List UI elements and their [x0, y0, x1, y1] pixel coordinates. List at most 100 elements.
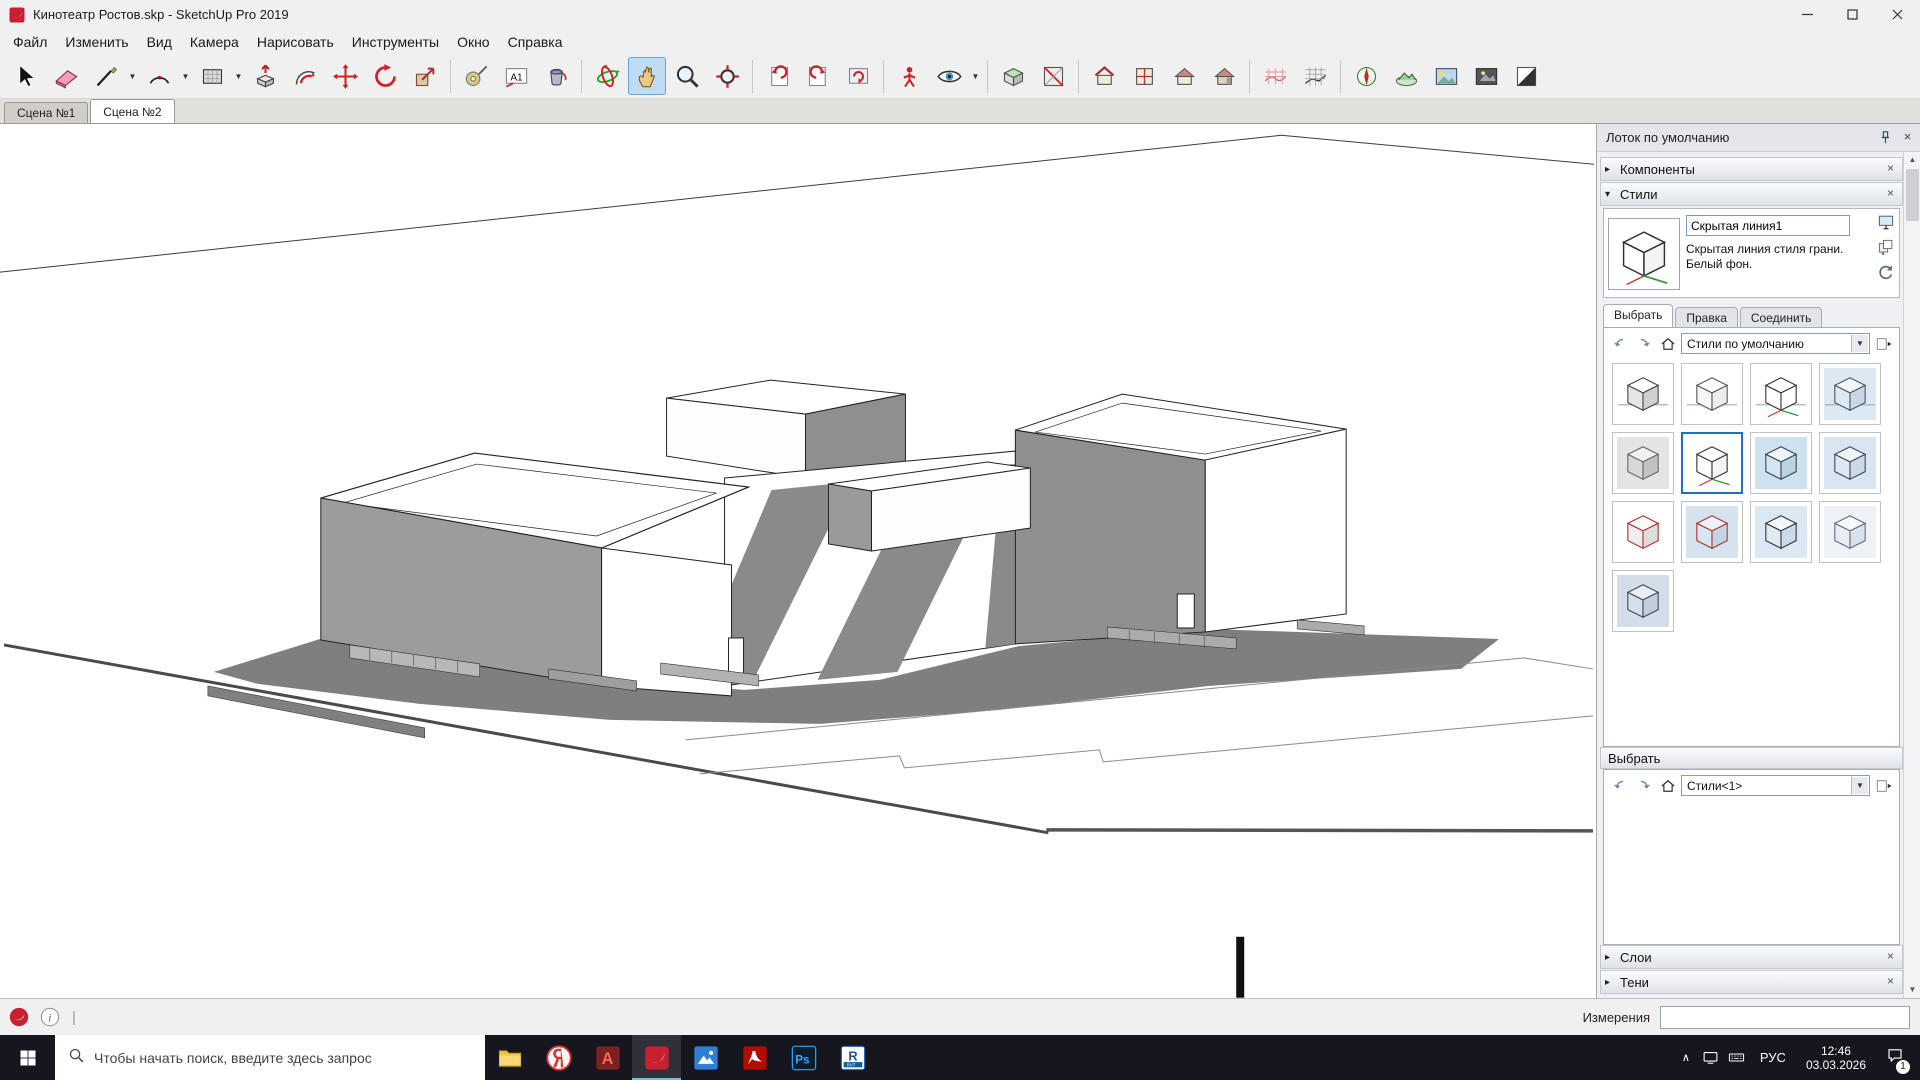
section-styles-close-button[interactable]: × — [1883, 187, 1898, 202]
tool-update-scene[interactable] — [839, 57, 877, 95]
section-styles[interactable]: ▾ Стили × — [1600, 182, 1903, 206]
styles-tab-2[interactable]: Правка — [1675, 307, 1738, 328]
tool-section-display[interactable] — [1034, 57, 1072, 95]
section-layers-close-button[interactable]: × — [1883, 950, 1898, 965]
tool-zoom-extents[interactable] — [708, 57, 746, 95]
tool-rotate[interactable] — [366, 57, 404, 95]
tool-text[interactable]: A1 — [497, 57, 535, 95]
measurements-input[interactable] — [1660, 1006, 1910, 1029]
tool-arc-dropdown-arrow[interactable]: ▼ — [179, 57, 192, 95]
tool-tape-measure[interactable] — [457, 57, 495, 95]
taskbar-search[interactable] — [55, 1035, 485, 1080]
style-name-input[interactable] — [1686, 215, 1850, 236]
taskbar-file-explorer[interactable] — [485, 1035, 534, 1080]
search-input[interactable] — [94, 1050, 454, 1066]
section-components[interactable]: ▸ Компоненты × — [1600, 157, 1903, 181]
keyboard-tray-icon[interactable] — [1724, 1035, 1750, 1080]
pin-icon[interactable] — [1877, 129, 1894, 146]
style-collection-dropdown[interactable]: Стили по умолчанию ▼ — [1681, 333, 1870, 354]
secondary-back-button[interactable] — [1609, 775, 1630, 796]
style-thumbnail-12[interactable] — [1819, 501, 1881, 563]
style-thumbnail-5[interactable] — [1612, 432, 1674, 494]
tool-section-plane[interactable] — [994, 57, 1032, 95]
taskbar-revit[interactable]: RRVT — [828, 1035, 877, 1080]
tool-add-location[interactable] — [1347, 57, 1385, 95]
style-thumbnail-4[interactable] — [1819, 363, 1881, 425]
style-thumbnail-9[interactable] — [1612, 501, 1674, 563]
style-thumbnail-8[interactable] — [1819, 432, 1881, 494]
tool-sandbox-from-contours[interactable] — [1256, 57, 1294, 95]
secondary-details-button[interactable] — [1873, 775, 1894, 796]
scroll-up-icon[interactable]: ▲ — [1904, 152, 1920, 168]
notification-center-button[interactable]: 1 — [1876, 1035, 1914, 1080]
tool-orbit[interactable] — [588, 57, 626, 95]
menu-view[interactable]: Вид — [138, 31, 181, 53]
section-shadows[interactable]: ▸ Тени × — [1600, 970, 1903, 994]
style-thumbnail-1[interactable] — [1612, 363, 1674, 425]
styles-home-button[interactable] — [1657, 333, 1678, 354]
minimize-button[interactable] — [1785, 0, 1830, 29]
style-thumbnail-2[interactable] — [1681, 363, 1743, 425]
styles-back-button[interactable] — [1609, 333, 1630, 354]
dropdown-arrow-icon[interactable]: ▼ — [1851, 335, 1868, 352]
tool-previous-view[interactable] — [759, 57, 797, 95]
section-components-close-button[interactable]: × — [1883, 162, 1898, 177]
secondary-home-button[interactable] — [1657, 775, 1678, 796]
tool-paint-bucket[interactable] — [537, 57, 575, 95]
tray-scrollbar[interactable]: ▲ ▼ — [1903, 152, 1920, 998]
credits-info-icon[interactable]: i — [39, 1006, 61, 1028]
menu-file[interactable]: Файл — [4, 31, 56, 53]
tool-scale[interactable] — [406, 57, 444, 95]
tool-photo-textures[interactable] — [1427, 57, 1465, 95]
tool-match-photo[interactable] — [1467, 57, 1505, 95]
tool-shadows-toggle[interactable] — [1507, 57, 1545, 95]
taskbar-yandex-browser[interactable] — [534, 1035, 583, 1080]
menu-edit[interactable]: Изменить — [56, 31, 137, 53]
secondary-forward-button[interactable] — [1633, 775, 1654, 796]
tool-view-top[interactable] — [1125, 57, 1163, 95]
taskbar-acrobat[interactable] — [730, 1035, 779, 1080]
close-button[interactable] — [1875, 0, 1920, 29]
start-button[interactable] — [0, 1035, 55, 1080]
language-indicator[interactable]: РУС — [1750, 1050, 1796, 1065]
tool-shapes[interactable] — [193, 57, 231, 95]
style-thumbnail-11[interactable] — [1750, 501, 1812, 563]
model-viewport[interactable] — [0, 124, 1597, 998]
tool-eraser[interactable] — [47, 57, 85, 95]
in-model-styles-icon[interactable] — [1876, 237, 1896, 257]
tool-view-right[interactable] — [1205, 57, 1243, 95]
styles-tab-1[interactable]: Выбрать — [1603, 304, 1673, 328]
taskbar-clock[interactable]: 12:46 03.03.2026 — [1796, 1044, 1876, 1072]
menu-window[interactable]: Окно — [448, 31, 499, 53]
tool-arc[interactable] — [140, 57, 178, 95]
style-thumbnail-7[interactable] — [1750, 432, 1812, 494]
tool-push-pull[interactable] — [246, 57, 284, 95]
style-thumbnail-10[interactable] — [1681, 501, 1743, 563]
scroll-down-icon[interactable]: ▼ — [1904, 982, 1920, 998]
style-thumbnail-6[interactable] — [1681, 432, 1743, 494]
maximize-button[interactable] — [1830, 0, 1875, 29]
menu-tools[interactable]: Инструменты — [343, 31, 448, 53]
tool-line[interactable] — [87, 57, 125, 95]
tool-line-dropdown-arrow[interactable]: ▼ — [126, 57, 139, 95]
tool-look-around-dropdown-arrow[interactable]: ▼ — [969, 57, 982, 95]
section-shadows-close-button[interactable]: × — [1883, 975, 1898, 990]
tool-select[interactable] — [7, 57, 45, 95]
menu-help[interactable]: Справка — [499, 31, 572, 53]
dropdown-arrow-icon[interactable]: ▼ — [1851, 777, 1868, 794]
tray-close-button[interactable]: × — [1899, 129, 1916, 146]
taskbar-sketchup[interactable] — [632, 1035, 681, 1080]
menu-draw[interactable]: Нарисовать — [248, 31, 343, 53]
tray-overflow-icon[interactable]: ∧ — [1674, 1051, 1698, 1064]
tool-view-front[interactable] — [1165, 57, 1203, 95]
scene-tab-2[interactable]: Сцена №2 — [90, 99, 174, 123]
refresh-style-icon[interactable] — [1876, 262, 1896, 282]
scene-tab-1[interactable]: Сцена №1 — [4, 102, 88, 123]
tool-look-around[interactable] — [930, 57, 968, 95]
taskbar-photoshop[interactable]: Ps — [779, 1035, 828, 1080]
geolocation-icon[interactable] — [8, 1006, 30, 1028]
scrollbar-thumb[interactable] — [1906, 169, 1919, 221]
tool-toggle-terrain[interactable] — [1387, 57, 1425, 95]
tool-position-camera[interactable] — [890, 57, 928, 95]
taskbar-autocad[interactable]: A — [583, 1035, 632, 1080]
